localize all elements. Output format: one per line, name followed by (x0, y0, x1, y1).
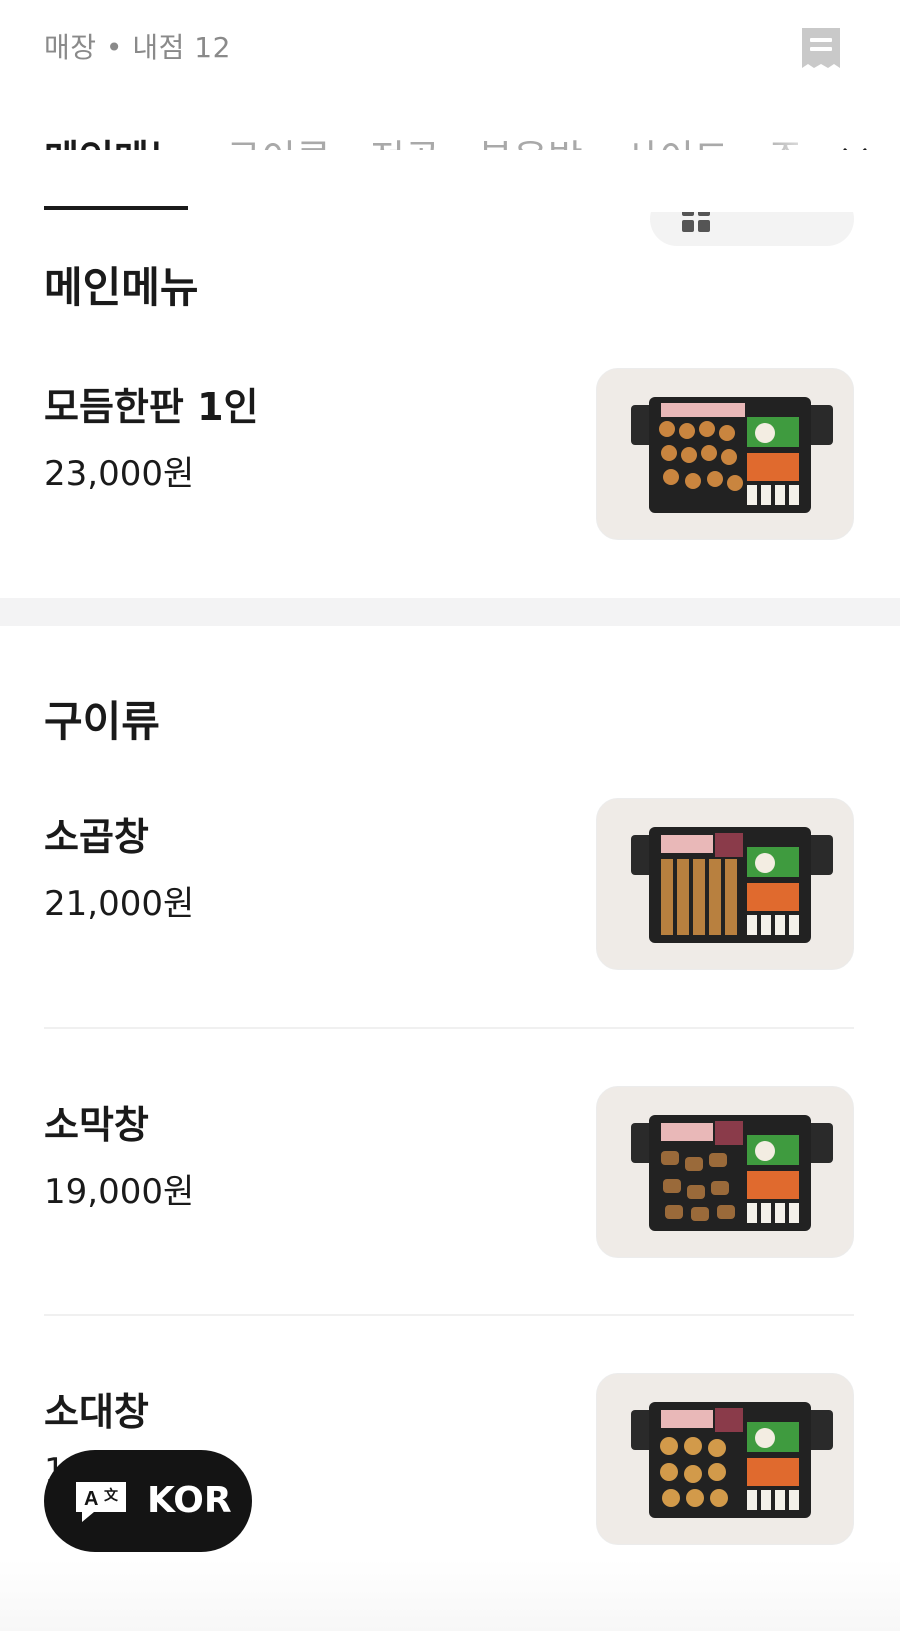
menu-item-name: 소곱창 (44, 815, 149, 859)
section-title-main-menu: 메인메뉴 (44, 263, 199, 312)
receipt-icon[interactable] (800, 26, 842, 72)
menu-item[interactable]: 소막창 19,000원 (0, 1086, 900, 1266)
svg-text:文: 文 (104, 1487, 119, 1503)
language-label: KOR (147, 1480, 232, 1521)
menu-item-price: 19,000원 (44, 1172, 195, 1212)
menu-item-price: 23,000원 (44, 454, 195, 494)
menu-item-image (596, 1373, 854, 1545)
section-title-grilled: 구이류 (44, 697, 160, 746)
bottom-fade (0, 1560, 900, 1631)
menu-item-price: 21,000원 (44, 884, 195, 924)
svg-text:A: A (84, 1488, 98, 1510)
header: 매장 • 내점 12 (0, 0, 900, 96)
item-divider (44, 1314, 854, 1316)
section-divider (0, 598, 900, 626)
menu-item-image (596, 798, 854, 970)
translate-icon: A 文 (72, 1478, 130, 1528)
item-divider (44, 1027, 854, 1029)
menu-item-name: 소막창 (44, 1103, 149, 1147)
category-tabs-overlay (0, 110, 900, 214)
menu-item-name: 모듬한판 1인 (44, 385, 259, 429)
menu-item-image (596, 1086, 854, 1258)
menu-item-name: 소대창 (44, 1390, 149, 1434)
menu-item-image (596, 368, 854, 540)
menu-item[interactable]: 소곱창 21,000원 (0, 798, 900, 978)
active-tab-indicator-overlay (44, 206, 188, 210)
menu-item[interactable]: 모듬한판 1인 23,000원 (0, 368, 900, 548)
language-button[interactable]: A 文 KOR (44, 1450, 252, 1552)
store-info: 매장 • 내점 12 (44, 31, 231, 64)
